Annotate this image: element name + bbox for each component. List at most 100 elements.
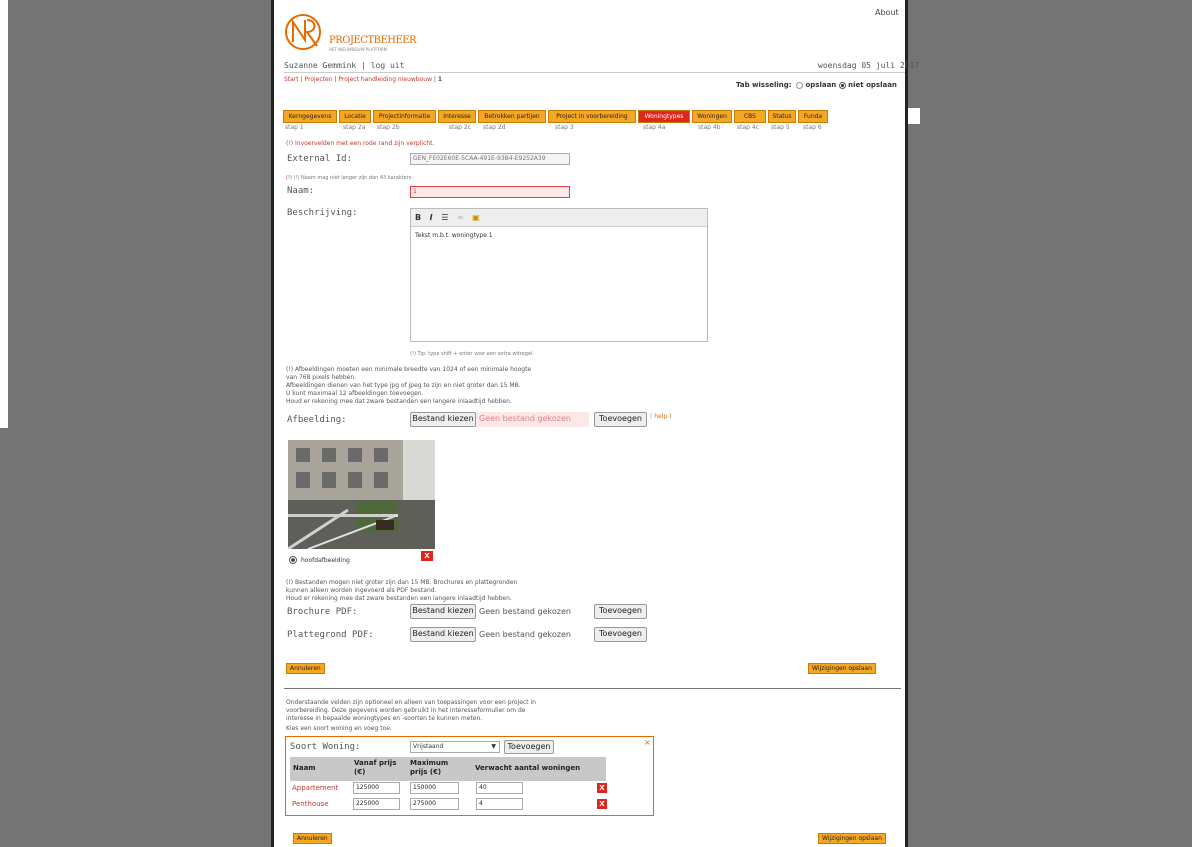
brochure-label: Brochure PDF: <box>287 607 358 617</box>
tab-switch-label: Tab wisseling: <box>736 81 792 89</box>
list-icon[interactable]: ☰ <box>441 213 448 222</box>
tab-funda[interactable]: Funda <box>798 110 828 123</box>
editor-content[interactable]: Tekst m.b.t. woningtype 1 <box>411 227 707 244</box>
divider <box>284 72 905 73</box>
plattegrond-label: Plattegrond PDF: <box>287 630 374 640</box>
logo-text: PROJECTBEHEER <box>329 35 417 46</box>
row-max-input[interactable]: 150000 <box>410 782 459 794</box>
tab-status[interactable]: Status <box>768 110 796 123</box>
tip-note: (!) Tip: type shift + enter voor een ext… <box>410 351 535 357</box>
soort-add-button[interactable]: Toevoegen <box>504 740 554 754</box>
tab-projectinformatie[interactable]: Projectinformatie <box>373 110 436 123</box>
external-id-input[interactable]: GEN_FE02E60E-5CAA-491E-93B4-E9252A39 <box>410 153 570 165</box>
col-naam: Naam <box>293 764 316 772</box>
step-label: stap 2c <box>449 124 471 131</box>
afbeelding-add-button[interactable]: Toevoegen <box>594 412 647 427</box>
italic-icon[interactable]: I <box>430 213 433 222</box>
radio-niet-opslaan[interactable] <box>838 81 846 89</box>
step-label: stap 3 <box>555 124 574 131</box>
tab-interesse[interactable]: Interesse <box>438 110 476 123</box>
step-label: stap 6 <box>803 124 822 131</box>
naam-label: Naam: <box>287 186 315 196</box>
soort-woning-select[interactable]: Vrijstaand ▼ <box>410 741 500 753</box>
tab-betrokken-partijen[interactable]: Betrokken partijen <box>478 110 546 123</box>
tab-woningtypes[interactable]: Woningtypes <box>638 110 690 123</box>
name-note: (!) (!) Naam mag niet langer zijn dan 43… <box>286 175 414 181</box>
logo: PROJECTBEHEER HET NIEUWBOUW PLATFORM <box>283 10 443 52</box>
pdf-requirements: (!) Bestanden mogen niet groter zijn dan… <box>286 579 518 602</box>
afbeelding-choose-file-button[interactable]: Bestand kiezen <box>410 412 476 427</box>
logo-subtitle: HET NIEUWBOUW PLATFORM <box>329 47 388 52</box>
remove-image-button[interactable]: X <box>421 551 433 561</box>
step-label: stap 4a <box>643 124 666 131</box>
col-aantal: Verwacht aantal woningen <box>475 764 581 772</box>
brochure-no-file: Geen bestand gekozen <box>479 607 571 616</box>
external-id-label: External Id: <box>287 154 353 164</box>
breadcrumb: Start | Projecten | Project handleiding … <box>284 76 443 83</box>
save-button[interactable]: Wijzigingen opslaan <box>808 663 876 674</box>
step-label: stap 2b <box>377 124 400 131</box>
tab-switch: Tab wisseling: opslaan niet opslaan <box>736 81 897 89</box>
link-icon[interactable]: ∞ <box>457 213 464 222</box>
about-link[interactable]: About <box>875 8 899 17</box>
tab-woningen[interactable]: Woningen <box>692 110 732 123</box>
brochure-choose-file-button[interactable]: Bestand kiezen <box>410 604 476 619</box>
save-button-bottom[interactable]: Wijzigingen opslaan <box>818 833 886 844</box>
tab-kerngegevens[interactable]: Kerngegevens <box>283 110 337 123</box>
logo-icon <box>285 14 321 50</box>
row-max-input[interactable]: 275000 <box>410 798 459 810</box>
section-divider <box>284 688 901 689</box>
step-label: stap 4b <box>698 124 721 131</box>
naam-input[interactable]: 1 <box>410 186 570 198</box>
plattegrond-add-button[interactable]: Toevoegen <box>594 627 647 642</box>
step-label: stap 2d <box>483 124 506 131</box>
row-naam[interactable]: Appartement <box>292 784 338 792</box>
image-requirements: (!) Afbeeldingen moeten een minimale bre… <box>286 366 532 405</box>
current-date: woensdag 05 juli 2017 <box>818 61 920 70</box>
beschrijving-label: Beschrijving: <box>287 208 358 218</box>
row-aantal-input[interactable]: 4 <box>476 798 523 810</box>
radio-opslaan-label: opslaan <box>805 81 837 89</box>
breadcrumb-start[interactable]: Start <box>284 76 299 83</box>
brochure-add-button[interactable]: Toevoegen <box>594 604 647 619</box>
tab-project-in-voorbereiding[interactable]: Project in voorbereiding <box>548 110 636 123</box>
building-photo <box>288 440 435 549</box>
col-vanaf: Vanaf prijs (€) <box>354 759 397 776</box>
tab-bar-extension <box>908 108 920 124</box>
row-delete-button[interactable]: X <box>597 783 607 793</box>
radio-opslaan[interactable] <box>796 81 804 89</box>
row-aantal-input[interactable]: 40 <box>476 782 523 794</box>
tab-cbs[interactable]: CBS <box>734 110 766 123</box>
main-image-label: hoofdafbeelding <box>301 557 350 564</box>
editor-toolbar: B I ☰ ∞ ▣ <box>411 209 707 227</box>
step-label: stap 2a <box>343 124 366 131</box>
bold-icon[interactable]: B <box>415 213 421 222</box>
optional-note: Onderstaande velden zijn optioneel en al… <box>286 699 536 732</box>
tab-locatie[interactable]: Locatie <box>339 110 371 123</box>
breadcrumb-projecten[interactable]: Projecten <box>305 76 333 83</box>
step-label: stap 4c <box>737 124 759 131</box>
plattegrond-choose-file-button[interactable]: Bestand kiezen <box>410 627 476 642</box>
row-naam[interactable]: Penthouse <box>292 800 329 808</box>
uploaded-image-thumbnail <box>288 440 435 549</box>
user-info[interactable]: Suzanne Gemmink | log uit <box>284 61 404 70</box>
afbeelding-no-file: Geen bestand gekozen <box>479 414 571 423</box>
row-vanaf-input[interactable]: 125000 <box>353 782 400 794</box>
radio-niet-opslaan-label: niet opslaan <box>848 81 897 89</box>
help-link[interactable]: ( help ) <box>650 413 671 420</box>
required-note: (!) Invoervelden met een rode rand zijn … <box>286 140 435 147</box>
paste-icon[interactable]: ▣ <box>472 213 480 222</box>
soort-woning-label: Soort Woning: <box>290 742 361 752</box>
row-vanaf-input[interactable]: 225000 <box>353 798 400 810</box>
afbeelding-label: Afbeelding: <box>287 415 347 425</box>
breadcrumb-project[interactable]: Project handleiding nieuwbouw <box>338 76 432 83</box>
rich-text-editor[interactable]: B I ☰ ∞ ▣ Tekst m.b.t. woningtype 1 <box>410 208 708 342</box>
table-header: Naam Vanaf prijs (€) Maximum prijs (€) V… <box>290 757 606 781</box>
cancel-button-bottom[interactable]: Annuleren <box>293 833 332 844</box>
cancel-button[interactable]: Annuleren <box>286 663 325 674</box>
chevron-down-icon: ▼ <box>491 743 496 750</box>
main-image-radio[interactable] <box>289 556 297 564</box>
close-icon[interactable]: × <box>644 738 651 747</box>
row-delete-button[interactable]: X <box>597 799 607 809</box>
col-max: Maximum prijs (€) <box>410 759 449 776</box>
